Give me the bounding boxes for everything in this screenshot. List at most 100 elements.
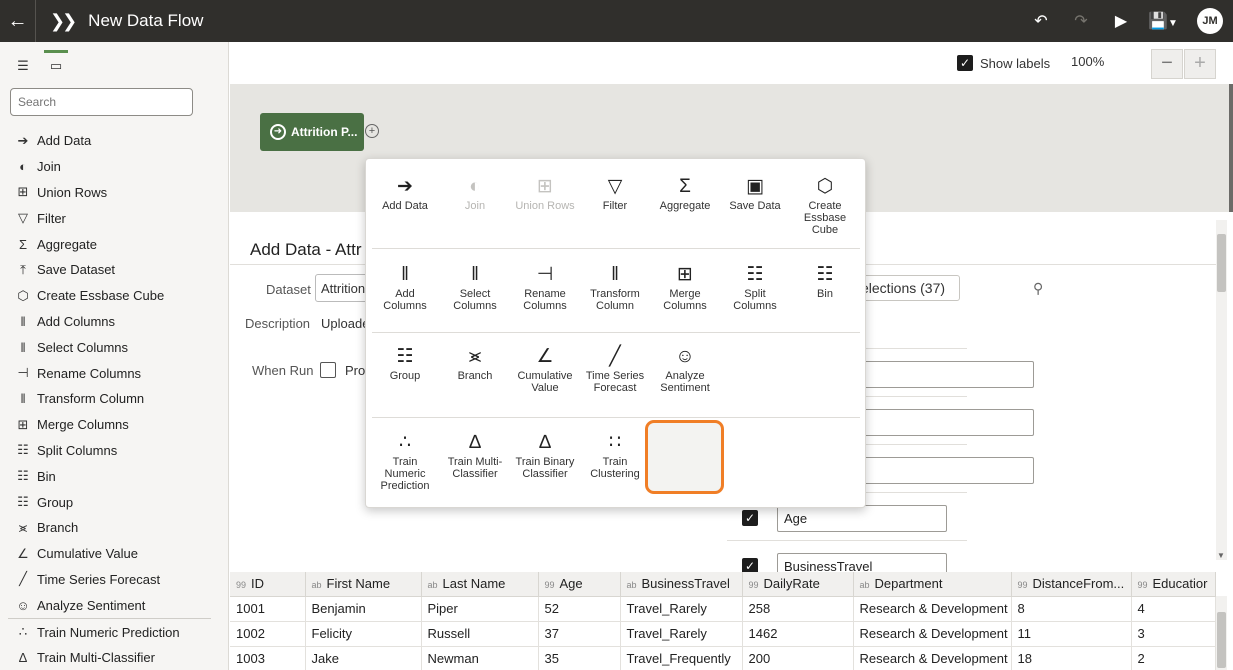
- when-run-value: Pro: [345, 363, 365, 378]
- menu-item-branch[interactable]: ⪤ Branch: [440, 345, 510, 382]
- palette-item-select-columns[interactable]: ‖ Select Columns: [0, 334, 228, 360]
- menu-item-save-data[interactable]: ▣ Save Data: [720, 175, 790, 212]
- table-row[interactable]: 1001 Benjamin Piper 52 Travel_Rarely 258 Resea…: [230, 596, 1216, 622]
- steps-panel: ☰ ▭ Search ➔ Add Data ◐ Join ⊞ Union Rows ▽ Fil…: [0, 42, 229, 670]
- save-icon[interactable]: 💾▼: [1141, 11, 1185, 31]
- palette-item-label: Aggregate: [37, 236, 97, 252]
- menu-item-group[interactable]: ☷ Group: [370, 345, 440, 382]
- palette-item-group[interactable]: ☷ Group: [0, 489, 228, 515]
- table-cell: Jake: [305, 646, 422, 670]
- redo-icon[interactable]: ↷: [1061, 11, 1101, 31]
- flow-node-attrition[interactable]: ➜ Attrition P...: [260, 113, 364, 151]
- column-name-field[interactable]: [864, 361, 1034, 388]
- menu-item-create-essbase-cube[interactable]: ⬡ Create Essbase Cube: [790, 175, 860, 236]
- palette-item-add-columns[interactable]: ‖ Add Columns: [0, 309, 228, 335]
- steps-tab-icon[interactable]: ▭: [44, 50, 68, 76]
- menu-item-time-series-forecast[interactable]: ╱ Time Series Forecast: [580, 345, 650, 394]
- palette-item-train-numeric-prediction[interactable]: ∴ Train Numeric Prediction: [0, 619, 228, 645]
- menu-item-label: Analyze Sentiment: [660, 370, 710, 394]
- palette-item-cumulative-value[interactable]: ∠ Cumulative Value: [0, 541, 228, 567]
- column-header-educatior[interactable]: 99 Educatior: [1131, 572, 1216, 597]
- column-header-dailyrate[interactable]: 99 DailyRate: [742, 572, 854, 597]
- table-cell: Felicity: [305, 621, 422, 647]
- palette-item-transform-column[interactable]: ‖ Transform Column: [0, 386, 228, 412]
- palette-item-branch[interactable]: ⪤ Branch: [0, 515, 228, 541]
- palette-item-merge-columns[interactable]: ⊞ Merge Columns: [0, 412, 228, 438]
- menu-item-add-columns[interactable]: ‖ Add Columns: [370, 263, 440, 312]
- zoom-in-button[interactable]: +: [1184, 49, 1216, 79]
- column-header-age[interactable]: 99 Age: [538, 572, 621, 597]
- dataset-field[interactable]: Attrition: [315, 274, 370, 302]
- when-run-label: When Run: [252, 363, 314, 378]
- menu-item-filter[interactable]: ▽ Filter: [580, 175, 650, 212]
- palette-item-label: Transform Column: [37, 391, 145, 407]
- palette-item-bin[interactable]: ☷ Bin: [0, 463, 228, 489]
- palette-item-join[interactable]: ◐ Join: [0, 154, 228, 180]
- when-run-checkbox[interactable]: [320, 362, 336, 378]
- palette-item-union-rows[interactable]: ⊞ Union Rows: [0, 180, 228, 206]
- menu-item-rename-columns[interactable]: ⊣ Rename Columns: [510, 263, 580, 312]
- menu-item-analyze-sentiment[interactable]: ☺ Analyze Sentiment: [650, 345, 720, 394]
- menu-item-aggregate[interactable]: Σ Aggregate: [650, 175, 720, 212]
- column-name-field[interactable]: [864, 409, 1034, 436]
- palette-item-label: Branch: [37, 520, 79, 536]
- table-cell: Research & Development: [853, 646, 1012, 670]
- menu-item-split-columns[interactable]: ☷ Split Columns: [720, 263, 790, 312]
- menu-item-train-binary-classifier[interactable]: ∆ Train Binary Classifier: [510, 431, 580, 480]
- double-chevron-icon[interactable]: ❯❯: [50, 11, 77, 32]
- palette-item-label: Union Rows: [37, 184, 108, 200]
- menu-item-merge-columns[interactable]: ⊞ Merge Columns: [650, 263, 720, 312]
- search-input[interactable]: Search: [10, 88, 193, 116]
- palette-item-rename-columns[interactable]: ⊣ Rename Columns: [0, 360, 228, 386]
- data-tab-icon[interactable]: ☰: [13, 58, 33, 76]
- menu-item-cumulative-value[interactable]: ∠ Cumulative Value: [510, 345, 580, 394]
- table-scrollbar[interactable]: [1216, 596, 1227, 670]
- search-icon[interactable]: ⚲: [1033, 280, 1043, 297]
- menu-item-train-clustering[interactable]: ∷ Train Clustering: [580, 431, 650, 480]
- palette-item-label: Group: [37, 494, 74, 510]
- column-header-last-name[interactable]: ab Last Name: [421, 572, 539, 597]
- palette-item-time-series-forecast[interactable]: ╱ Time Series Forecast: [0, 567, 228, 593]
- column-header-id[interactable]: 99 ID: [230, 572, 306, 597]
- column-type-badge: ab: [311, 580, 322, 591]
- show-labels-checkbox[interactable]: ✓: [957, 55, 973, 71]
- column-header-department[interactable]: ab Department: [853, 572, 1012, 597]
- palette-item-label: Cumulative Value: [37, 546, 138, 562]
- menu-item-bin[interactable]: ☷ Bin: [790, 263, 860, 300]
- undo-icon[interactable]: ↶: [1021, 11, 1061, 31]
- menu-item-train-multi-classifier[interactable]: ∆ Train Multi- Classifier: [440, 431, 510, 480]
- zoom-out-button[interactable]: −: [1151, 49, 1183, 79]
- menu-item-join[interactable]: ◐ Join: [440, 175, 510, 212]
- palette-item-analyze-sentiment[interactable]: ☺ Analyze Sentiment: [0, 592, 228, 618]
- back-arrow-icon[interactable]: ←: [0, 0, 36, 42]
- selections-button[interactable]: elections (37): [860, 275, 960, 301]
- sentiment-icon: ☺: [16, 597, 30, 613]
- column-header-distancefrom[interactable]: 99 DistanceFrom...: [1011, 572, 1132, 597]
- menu-item-transform-column[interactable]: ‖ Transform Column: [580, 263, 650, 312]
- palette-item-create-essbase-cube[interactable]: ⬡ Create Essbase Cube: [0, 283, 228, 309]
- add-step-icon[interactable]: +: [365, 124, 379, 138]
- palette-item-split-columns[interactable]: ☷ Split Columns: [0, 438, 228, 464]
- editor-scrollbar[interactable]: ▼: [1216, 220, 1227, 560]
- avatar[interactable]: JM: [1197, 8, 1223, 34]
- menu-item-add-data[interactable]: ➔ Add Data: [370, 175, 440, 212]
- column-type-badge: 99: [1017, 580, 1028, 591]
- column-name-field[interactable]: [864, 457, 1034, 484]
- column-header-businesstravel[interactable]: ab BusinessTravel: [620, 572, 743, 597]
- node-label: Attrition P...: [291, 125, 358, 139]
- column-name-field[interactable]: Age: [777, 505, 947, 532]
- run-icon[interactable]: ▶: [1101, 11, 1141, 31]
- column-header-first-name[interactable]: ab First Name: [305, 572, 422, 597]
- palette-item-aggregate[interactable]: Σ Aggregate: [0, 231, 228, 257]
- menu-item-select-columns[interactable]: ‖ Select Columns: [440, 263, 510, 312]
- column-checkbox[interactable]: ✓: [742, 510, 758, 526]
- palette-item-filter[interactable]: ▽ Filter: [0, 205, 228, 231]
- add-data-icon: ➔: [397, 176, 413, 197]
- menu-item-train-numeric-prediction[interactable]: ∴ Train Numeric Prediction: [370, 431, 440, 492]
- palette-item-save-dataset[interactable]: ⤒ Save Dataset: [0, 257, 228, 283]
- table-row[interactable]: 1002 Felicity Russell 37 Travel_Rarely 1462 Re…: [230, 621, 1216, 647]
- menu-item-union-rows[interactable]: ⊞ Union Rows: [510, 175, 580, 212]
- palette-item-add-data[interactable]: ➔ Add Data: [0, 128, 228, 154]
- palette-item-train-multi-classifier[interactable]: ∆ Train Multi-Classifier: [0, 645, 228, 670]
- table-row[interactable]: 1003 Jake Newman 35 Travel_Frequently 200 Rese…: [230, 646, 1216, 670]
